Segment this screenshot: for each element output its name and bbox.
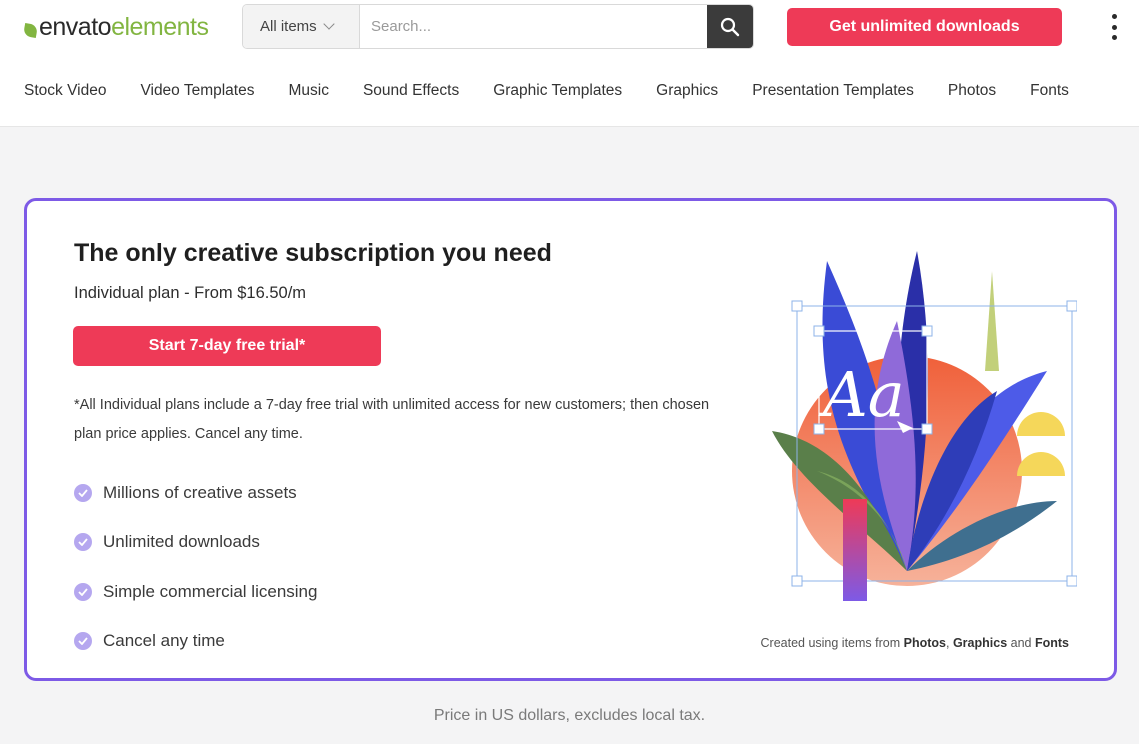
nav-item-stock-video[interactable]: Stock Video	[24, 82, 106, 100]
feature-item: Simple commercial licensing	[74, 567, 317, 617]
check-circle-icon	[74, 582, 92, 601]
feature-label: Millions of creative assets	[103, 482, 297, 502]
plan-price: Individual plan - From $16.50/m	[74, 284, 307, 302]
nav-item-presentation-templates[interactable]: Presentation Templates	[752, 82, 914, 100]
nav-item-graphics[interactable]: Graphics	[656, 82, 718, 100]
credit-and: and	[1010, 636, 1032, 650]
promo-title: The only creative subscription you need	[74, 239, 552, 267]
credit-link-photos[interactable]: Photos	[904, 636, 946, 650]
start-free-trial-button[interactable]: Start 7-day free trial*	[73, 326, 381, 366]
illustration-credit: Created using items from Photos, Graphic…	[747, 636, 1070, 650]
check-circle-icon	[74, 632, 92, 651]
nav-item-sound-effects[interactable]: Sound Effects	[363, 82, 459, 100]
trial-disclaimer: *All Individual plans include a 7-day fr…	[74, 397, 710, 442]
promo-illustration: Aa	[772, 251, 1077, 601]
feature-item: Cancel any time	[74, 617, 317, 667]
more-vertical-icon[interactable]	[1108, 14, 1120, 40]
search-button[interactable]	[707, 5, 753, 48]
get-unlimited-downloads-button[interactable]: Get unlimited downloads	[787, 8, 1062, 46]
search-input[interactable]	[360, 5, 707, 48]
credit-separator: ,	[945, 636, 950, 650]
credit-link-graphics[interactable]: Graphics	[953, 636, 1007, 650]
nav-item-fonts[interactable]: Fonts	[1030, 82, 1069, 100]
credit-prefix: Created using items from	[760, 636, 901, 650]
check-circle-icon	[74, 533, 92, 552]
feature-label: Cancel any time	[103, 631, 225, 651]
feature-item: Unlimited downloads	[74, 518, 317, 568]
search-category-select[interactable]: All items	[243, 5, 360, 48]
nav-item-graphic-templates[interactable]: Graphic Templates	[493, 82, 622, 100]
nav-item-music[interactable]: Music	[288, 82, 328, 100]
check-circle-icon	[74, 483, 92, 502]
search-category-label: All items	[260, 18, 317, 35]
chevron-down-icon	[323, 18, 335, 30]
envato-elements-logo[interactable]: envato elements	[22, 12, 209, 42]
search-bar: All items	[242, 4, 754, 49]
credit-link-fonts[interactable]: Fonts	[1035, 636, 1069, 650]
feature-item: Millions of creative assets	[74, 468, 317, 518]
search-icon	[720, 17, 740, 36]
feature-list: Millions of creative assets Unlimited do…	[74, 468, 317, 666]
nav-item-photos[interactable]: Photos	[948, 82, 996, 100]
logo-text-elements: elements	[111, 12, 209, 41]
site-header: envato elements All items Get unlimited …	[0, 0, 1139, 127]
feature-label: Simple commercial licensing	[103, 581, 318, 601]
nav-item-video-templates[interactable]: Video Templates	[140, 82, 254, 100]
price-note: Price in US dollars, excludes local tax.	[433, 707, 706, 724]
envato-leaf-icon	[22, 22, 39, 38]
subscription-promo-card: The only creative subscription you need …	[24, 198, 1117, 681]
logo-text-envato: envato	[39, 12, 112, 41]
category-nav: Stock Video Video Templates Music Sound …	[24, 82, 1069, 100]
feature-label: Unlimited downloads	[103, 532, 260, 552]
art-lettering: Aa	[818, 358, 905, 431]
